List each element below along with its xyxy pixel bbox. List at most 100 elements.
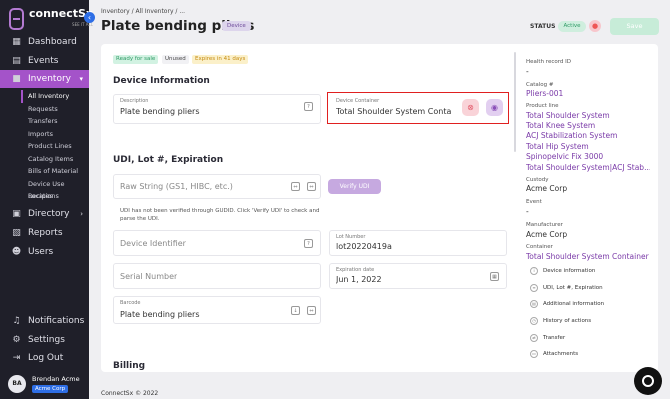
brand-logo[interactable]: connectSx SEE IT ALL: [9, 8, 93, 30]
users-icon: ☻: [11, 246, 22, 257]
subnav-locations[interactable]: Locations: [21, 190, 89, 203]
toc-transfer[interactable]: ⇄ Transfer: [530, 334, 565, 342]
help-icon: ?: [304, 239, 313, 248]
nav-label: Settings: [28, 335, 65, 345]
subnav-product-lines[interactable]: Product Lines: [21, 140, 89, 153]
custody-label: Custody: [526, 177, 549, 183]
catalog-label: Catalog #: [526, 82, 554, 88]
scan-icon[interactable]: ⇔: [291, 182, 300, 191]
status-action-button[interactable]: ●: [589, 20, 601, 32]
nav-label: Users: [28, 247, 54, 257]
scrollbar[interactable]: [514, 52, 516, 152]
catalog-link[interactable]: Pliers-001: [526, 89, 563, 98]
subnav-device-use-recipes[interactable]: Device Use Recipes: [21, 178, 89, 201]
section-udi: UDI, Lot #, Expiration: [113, 155, 224, 165]
status-dropdown[interactable]: Active: [558, 21, 586, 32]
chat-icon: [642, 375, 654, 387]
breadcrumb[interactable]: Inventory / All Inventory / ...: [101, 8, 185, 15]
device-identifier-input[interactable]: Device Identifier ?: [113, 230, 321, 256]
bell-icon: ♫: [12, 315, 21, 326]
tag-ready-for-sale: Ready for sale: [113, 55, 159, 64]
toc-label: Transfer: [543, 335, 566, 341]
calendar-icon[interactable]: ▦: [490, 272, 499, 281]
event-value: -: [526, 207, 529, 216]
description-field[interactable]: Description Plate bending pliers ?: [113, 94, 321, 124]
subnav-bills-of-material[interactable]: Bills of Material: [21, 165, 89, 178]
nav-directory[interactable]: ▣ Directory ›: [0, 205, 89, 223]
collapse-sidebar-button[interactable]: ‹: [84, 12, 95, 23]
nav-inventory[interactable]: ■ Inventory ▾: [0, 70, 89, 88]
raw-string-input[interactable]: Raw String (GS1, HIBC, etc.) ⇔ ⇔: [113, 174, 321, 199]
footer-copyright: ConnectSx © 2022: [101, 390, 159, 397]
manufacturer-label: Manufacturer: [526, 222, 563, 228]
product-line-link[interactable]: Spinopelvic Fix 3000: [526, 152, 603, 161]
highlight-box: [327, 92, 509, 124]
custody-value: Acme Corp: [526, 184, 568, 193]
section-device-information: Device Information: [113, 76, 210, 86]
tag-expiration: Expires in 41 days: [192, 55, 249, 64]
nav-events[interactable]: ▤ Events: [0, 52, 89, 70]
expiration-label: Expiration date: [336, 267, 375, 273]
udi-note: UDI has not been verified through GUDID.…: [120, 208, 320, 222]
nav-settings[interactable]: ⚙ Settings: [0, 331, 89, 349]
user-name: Brendan Acme: [32, 375, 80, 383]
barcode-field[interactable]: Barcode Plate bending pliers ↓ ⇔: [113, 296, 321, 324]
health-record-value: -: [526, 67, 529, 76]
manufacturer-value: Acme Corp: [526, 230, 568, 239]
toc-additional-information[interactable]: ▤ Additional information: [530, 300, 604, 308]
nav-label: Directory: [28, 209, 70, 219]
user-profile[interactable]: BA Brendan Acme Acme Corp: [8, 375, 80, 393]
chat-button[interactable]: [634, 367, 662, 395]
subnav-imports[interactable]: Imports: [21, 128, 89, 141]
calendar-icon: ▤: [12, 55, 21, 66]
product-line-label: Product line: [526, 103, 559, 109]
toc-history[interactable]: ◷ History of actions: [530, 317, 591, 325]
org-badge: Acme Corp: [32, 385, 69, 393]
chevron-left-icon: ‹: [87, 13, 92, 22]
serial-number-input[interactable]: Serial Number: [113, 263, 321, 289]
toc-attachments[interactable]: ▭ Attachments: [530, 350, 578, 358]
product-line-link[interactable]: ACJ Stabilization System: [526, 131, 617, 140]
clock-icon: ◷: [530, 317, 538, 325]
brand-tagline: SEE IT ALL: [72, 22, 93, 27]
nav-logout[interactable]: ⇥ Log Out: [0, 349, 89, 367]
expiration-value: Jun 1, 2022: [336, 275, 382, 284]
product-line-link[interactable]: Total Hip System: [526, 142, 589, 151]
tag-unused: Unused: [162, 55, 189, 64]
description-label: Description: [120, 98, 149, 104]
nav-label: Notifications: [28, 316, 85, 326]
barcode-label: Barcode: [120, 300, 141, 306]
subnav-transfers[interactable]: Transfers: [21, 115, 89, 128]
info-icon: i: [530, 267, 538, 275]
nav-label: Inventory: [28, 74, 71, 84]
nav-label: Log Out: [28, 353, 64, 363]
expiration-date-field[interactable]: Expiration date Jun 1, 2022 ▦: [329, 263, 507, 289]
nav-notifications[interactable]: ♫ Notifications: [0, 312, 89, 330]
nav-users[interactable]: ☻ Users: [0, 243, 89, 261]
help-icon: ?: [304, 102, 313, 111]
barcode-value: Plate bending pliers: [120, 310, 200, 319]
subnav-all-inventory[interactable]: All Inventory: [21, 90, 89, 103]
scan-icon[interactable]: ⇔: [307, 306, 316, 315]
save-button[interactable]: Save: [610, 18, 659, 35]
product-line-link[interactable]: Total Knee System: [526, 121, 595, 130]
toc-udi[interactable]: ≡ UDI, Lot #, Expiration: [530, 284, 603, 292]
subnav-requests[interactable]: Requests: [21, 103, 89, 116]
avatar: BA: [8, 375, 26, 393]
status-label: STATUS: [530, 23, 556, 30]
nav-dashboard[interactable]: ▦ Dashboard: [0, 33, 89, 51]
toc-label: Additional information: [543, 301, 605, 307]
scan-alt-icon[interactable]: ⇔: [307, 182, 316, 191]
toc-device-information[interactable]: i Device information: [530, 267, 595, 275]
container-link[interactable]: Total Shoulder System Container: [526, 252, 652, 261]
lot-number-field[interactable]: Lot Number lot20220419a: [329, 230, 507, 256]
nav-reports[interactable]: ▧ Reports: [0, 224, 89, 242]
subnav-catalog-items[interactable]: Catalog Items: [21, 153, 89, 166]
serial-number-placeholder: Serial Number: [120, 272, 178, 281]
download-icon[interactable]: ↓: [291, 306, 300, 315]
chevron-down-icon: ▾: [79, 75, 83, 83]
verify-udi-button[interactable]: Verify UDI: [328, 179, 381, 194]
description-value: Plate bending pliers: [120, 107, 200, 116]
product-line-link[interactable]: Total Shoulder System: [526, 111, 610, 120]
product-line-link[interactable]: Total Shoulder System|ACJ Stab...: [526, 163, 650, 172]
